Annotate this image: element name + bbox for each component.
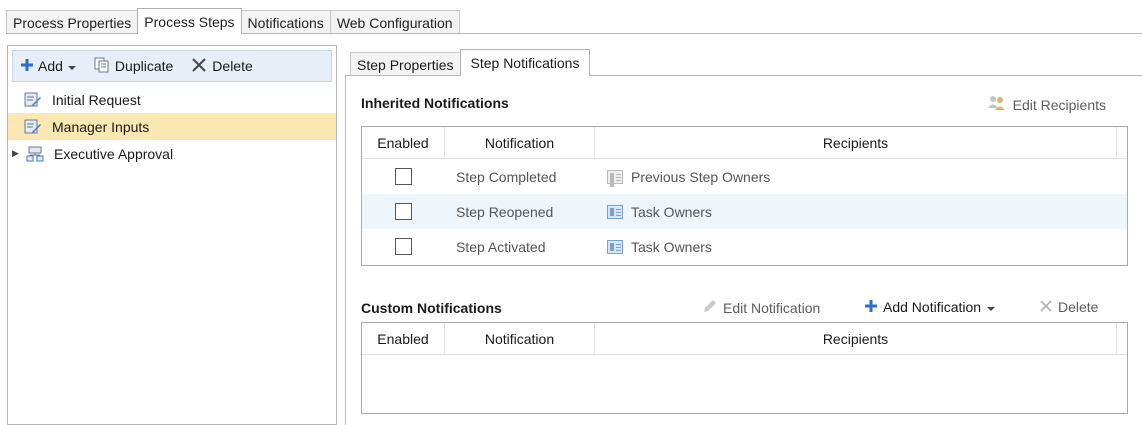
- inherited-notifications-title: Inherited Notifications: [361, 95, 509, 111]
- grid-header: Enabled Notification Recipients: [362, 127, 1127, 159]
- recipients-cell: Previous Step Owners: [595, 159, 1117, 194]
- delete-step-button[interactable]: Delete: [191, 57, 253, 76]
- add-label: Add: [38, 58, 63, 74]
- add-notification-button[interactable]: Add Notification: [865, 299, 996, 315]
- tab-step-notifications[interactable]: Step Notifications: [459, 49, 591, 76]
- chevron-down-icon: [987, 299, 996, 315]
- column-header-notification[interactable]: Notification: [445, 323, 595, 354]
- enabled-cell: [362, 229, 445, 264]
- close-icon: [1040, 299, 1052, 315]
- tab-web-configuration[interactable]: Web Configuration: [329, 10, 460, 34]
- steps-toolbar: Add Duplicate Delete: [12, 50, 332, 82]
- tree-item-label: Manager Inputs: [52, 118, 150, 135]
- delete-label: Delete: [212, 58, 253, 74]
- tab-step-properties[interactable]: Step Properties: [350, 52, 461, 76]
- table-row[interactable]: Step Activated Task Owners: [362, 229, 1127, 264]
- column-header-recipients[interactable]: Recipients: [595, 323, 1117, 354]
- edit-recipients-label: Edit Recipients: [1012, 96, 1106, 113]
- custom-notifications-grid: Enabled Notification Recipients: [361, 322, 1128, 414]
- contact-card-icon: [607, 239, 623, 254]
- plus-icon: [21, 58, 33, 74]
- notification-cell: Step Completed: [456, 168, 557, 185]
- delete-notification-label: Delete: [1058, 299, 1099, 315]
- tree-item-label: Executive Approval: [54, 145, 174, 162]
- tree-item-manager-inputs[interactable]: Manager Inputs: [8, 113, 336, 140]
- edit-recipients-button[interactable]: Edit Recipients: [987, 95, 1106, 114]
- enabled-checkbox[interactable]: [395, 203, 412, 220]
- tree-item-label: Initial Request: [52, 91, 141, 108]
- pencil-icon: [703, 299, 717, 316]
- contact-card-icon: [607, 204, 623, 219]
- inherited-notifications-grid: Enabled Notification Recipients Step Com…: [361, 126, 1128, 266]
- recipients-label: Task Owners: [631, 238, 712, 255]
- recipients-cell: Task Owners: [595, 194, 1117, 229]
- table-row[interactable]: Step Completed Previous Step Owners: [362, 159, 1127, 194]
- recipients-label: Previous Step Owners: [631, 168, 771, 185]
- plus-icon: [865, 299, 877, 315]
- duplicate-button[interactable]: Duplicate: [94, 57, 173, 76]
- column-header-notification[interactable]: Notification: [445, 127, 595, 158]
- tree-item-initial-request[interactable]: Initial Request: [8, 86, 336, 113]
- close-icon: [191, 57, 207, 76]
- enabled-cell: [362, 194, 445, 229]
- chevron-down-icon: [67, 58, 76, 74]
- recipients-label: Task Owners: [631, 203, 712, 220]
- duplicate-label: Duplicate: [114, 58, 174, 74]
- custom-notifications-title: Custom Notifications: [361, 300, 502, 316]
- column-header-recipients[interactable]: Recipients: [595, 127, 1117, 158]
- tab-process-steps[interactable]: Process Steps: [137, 8, 242, 34]
- tab-process-properties[interactable]: Process Properties: [6, 10, 139, 34]
- recipients-cell: Task Owners: [595, 229, 1117, 264]
- notification-cell: Step Reopened: [456, 203, 554, 220]
- tab-notifications[interactable]: Notifications: [240, 10, 331, 34]
- enabled-checkbox[interactable]: [395, 168, 412, 185]
- edit-notification-button[interactable]: Edit Notification: [703, 299, 820, 316]
- grid-header: Enabled Notification Recipients: [362, 323, 1127, 355]
- column-header-enabled[interactable]: Enabled: [362, 127, 445, 158]
- steps-panel: Add Duplicate Delete Initial Request Man…: [7, 45, 337, 425]
- top-tab-bar: Process Properties Process Steps Notific…: [6, 8, 460, 34]
- edit-form-icon: [24, 119, 42, 135]
- delete-notification-button[interactable]: Delete: [1040, 299, 1098, 315]
- notification-cell: Step Activated: [456, 238, 546, 255]
- users-icon: [987, 95, 1007, 114]
- add-button[interactable]: Add: [21, 58, 76, 74]
- contact-card-icon: [607, 169, 623, 184]
- workflow-icon: [26, 146, 44, 162]
- expand-arrow-icon[interactable]: ▶: [12, 148, 26, 159]
- enabled-cell: [362, 159, 445, 194]
- column-header-enabled[interactable]: Enabled: [362, 323, 445, 354]
- tree-item-executive-approval[interactable]: ▶ Executive Approval: [8, 140, 336, 167]
- enabled-checkbox[interactable]: [395, 238, 412, 255]
- steps-tree: Initial Request Manager Inputs ▶ Executi…: [8, 82, 336, 167]
- edit-form-icon: [24, 92, 42, 108]
- table-row[interactable]: Step Reopened Task Owners: [362, 194, 1127, 229]
- duplicate-icon: [94, 57, 110, 76]
- edit-notification-label: Edit Notification: [723, 299, 821, 316]
- add-notification-label: Add Notification: [883, 299, 982, 315]
- step-tab-bar: Step Properties Step Notifications: [350, 48, 591, 76]
